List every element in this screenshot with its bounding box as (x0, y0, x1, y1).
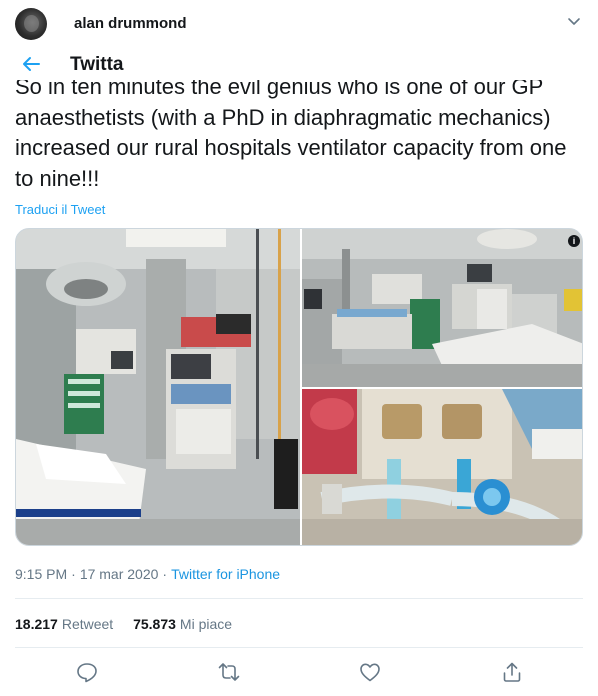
likes-count: 75.873 (133, 616, 176, 632)
tweet-source-link[interactable]: Twitter for iPhone (171, 566, 280, 582)
reply-icon[interactable] (75, 660, 99, 684)
avatar[interactable] (15, 8, 47, 40)
divider (15, 647, 583, 648)
page-header: Twitta (0, 48, 598, 81)
translate-tweet-link[interactable]: Traduci il Tweet (15, 202, 105, 217)
likes-label: Mi piace (179, 616, 233, 632)
meta-separator: · (162, 566, 168, 582)
tweet-text-container: So in ten minutes the evil genius who is… (15, 80, 585, 199)
retweets-count: 18.217 (15, 616, 58, 632)
author-name[interactable]: alan drummond (74, 15, 187, 32)
meta-separator: · (71, 566, 76, 582)
tweet-text: So in ten minutes the evil genius who is… (15, 80, 567, 191)
likes-stat[interactable]: 75.873 Mi piace (133, 616, 232, 632)
tweet-meta: 9:15 PM · 17 mar 2020 · Twitter for iPhone (15, 566, 280, 582)
divider (15, 598, 583, 599)
heart-icon[interactable] (358, 660, 382, 684)
media-photo-operating-room-wide[interactable]: i (302, 229, 582, 387)
retweet-icon[interactable] (217, 660, 241, 684)
info-icon[interactable]: i (568, 235, 580, 247)
tweet-media-grid: i (15, 228, 583, 546)
chevron-down-icon[interactable] (567, 14, 581, 28)
media-photo-operating-room[interactable] (16, 229, 300, 545)
media-photo-ventilator-splitter[interactable] (302, 389, 582, 545)
retweets-label: Retweet (61, 616, 114, 632)
tweet-date[interactable]: 17 mar 2020 (80, 566, 159, 582)
share-icon[interactable] (500, 660, 524, 684)
tweet-time[interactable]: 9:15 PM (15, 566, 67, 582)
tweet-action-bar (0, 658, 598, 688)
tweet-stats: 18.217 Retweet 75.873 Mi piace (15, 616, 232, 632)
tweet-author-row: alan drummond (0, 0, 598, 48)
page-title: Twitta (70, 54, 124, 75)
retweets-stat[interactable]: 18.217 Retweet (15, 616, 113, 632)
arrow-left-icon[interactable] (20, 53, 42, 75)
